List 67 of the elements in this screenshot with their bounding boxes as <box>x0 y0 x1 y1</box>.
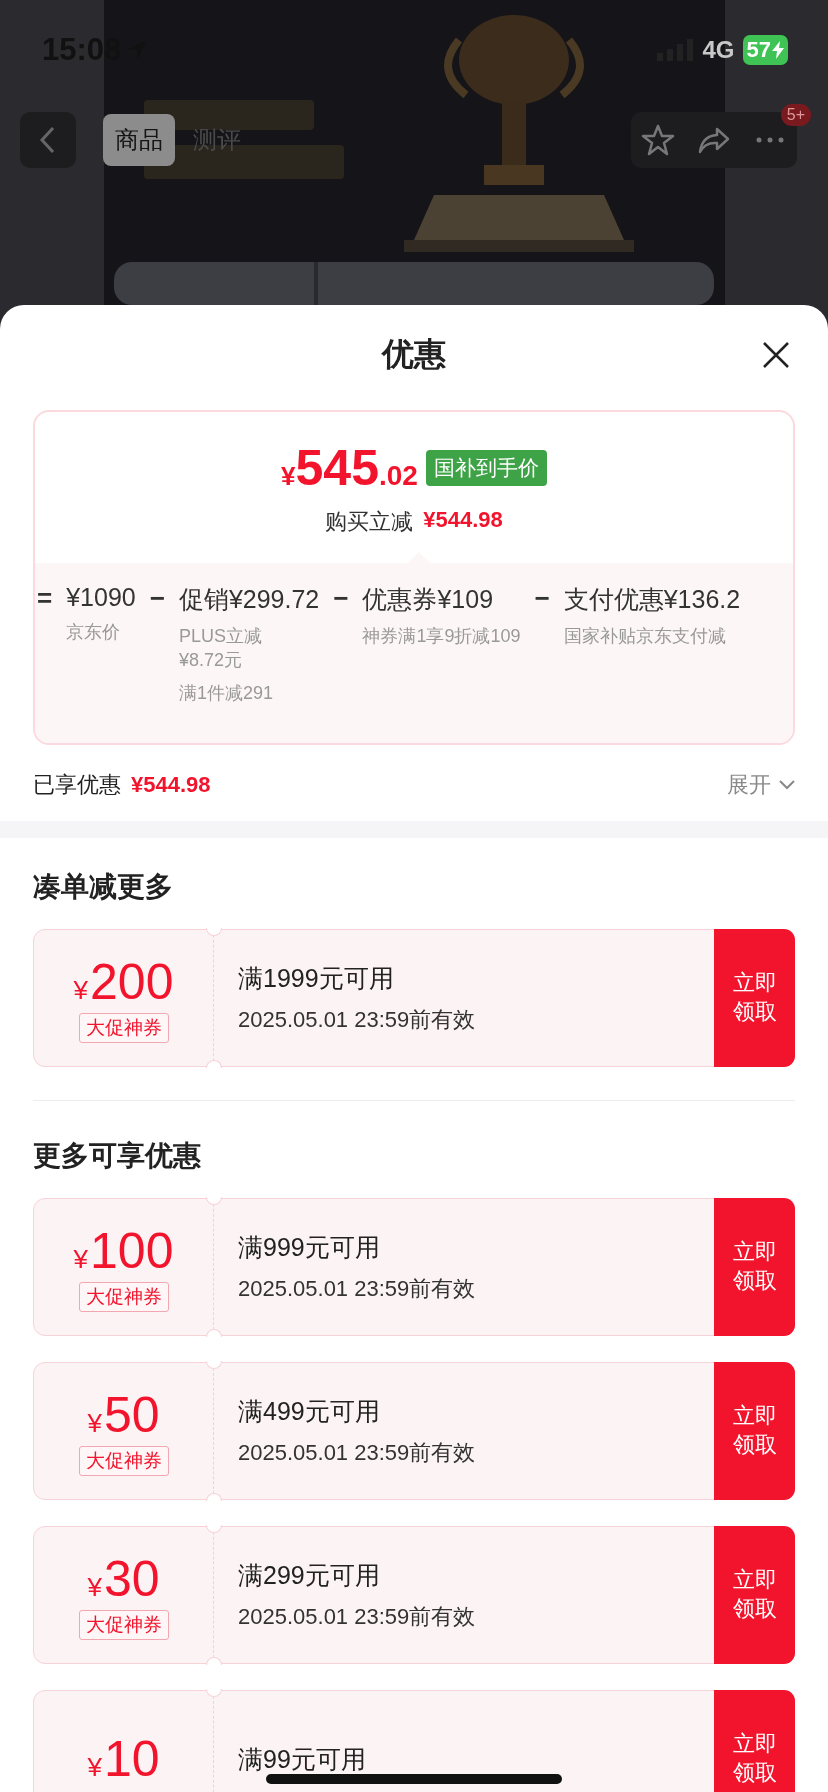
operator-sign: − <box>149 583 165 615</box>
breakdown-note: 神券满1享9折减109 <box>362 625 521 648</box>
discount-amount: ¥544.98 <box>131 772 211 798</box>
star-icon[interactable] <box>641 123 675 157</box>
currency-symbol: ¥ <box>73 1244 88 1275</box>
coupon-amount: 100 <box>90 1222 174 1280</box>
coupon-amount: 10 <box>103 1730 160 1788</box>
currency-symbol: ¥ <box>73 975 88 1006</box>
claim-button[interactable]: 立即领取 <box>714 1198 795 1336</box>
coupon-tag: 大促神券 <box>78 1610 169 1640</box>
currency-symbol: ¥ <box>281 460 296 492</box>
coupon-condition: 满1999元可用 <box>238 962 395 994</box>
nav-tab[interactable]: 商品 <box>103 114 175 166</box>
operator-sign: = <box>37 583 53 615</box>
currency-symbol: ¥ <box>87 1408 102 1439</box>
ticket-notch <box>206 1657 222 1665</box>
notification-badge: 5+ <box>780 104 811 126</box>
coupon-condition: 满999元可用 <box>238 1231 381 1263</box>
chevron-down-icon <box>779 780 795 790</box>
final-price: 545 <box>295 438 379 497</box>
operator-sign: − <box>333 583 349 615</box>
coupon-tag: 大促神券 <box>78 1013 169 1043</box>
coupon-condition: 满99元可用 <box>238 1743 367 1775</box>
section-title: 凑单减更多 <box>32 870 174 904</box>
coupon-amount: 50 <box>103 1386 160 1444</box>
currency-symbol: ¥ <box>87 1572 102 1603</box>
coupon-amount: 30 <box>103 1550 160 1608</box>
ticket-notch <box>206 1525 222 1533</box>
coupon-tag: 大促神券 <box>78 1282 169 1312</box>
discount-label: 已享优惠 <box>33 771 121 799</box>
back-button[interactable] <box>20 112 76 168</box>
battery-indicator: 57 <box>742 35 788 65</box>
coupon-tag: 大促神券 <box>78 1446 169 1476</box>
breakdown-note: 国家补贴京东支付减 <box>563 625 727 648</box>
operator-sign: − <box>534 583 550 615</box>
coupon-validity: 2025.05.01 23:59前有效 <box>238 1602 477 1631</box>
expand-button[interactable]: 展开 <box>727 770 795 800</box>
saving-label: 购买立减 <box>325 507 414 536</box>
breakdown-amount: ¥1090 <box>66 583 136 612</box>
ticket-notch <box>206 1197 222 1205</box>
breakdown-note: 京东价 <box>66 621 122 644</box>
saving-amount: ¥544.98 <box>423 506 503 534</box>
coupon-validity: 2025.05.01 23:59前有效 <box>238 1005 477 1034</box>
claim-button[interactable]: 立即领取 <box>714 929 795 1067</box>
ticket-notch <box>206 1689 222 1697</box>
network-label: 4G <box>702 36 735 64</box>
ticket-notch <box>206 1329 222 1337</box>
ticket-notch <box>206 1060 222 1068</box>
currency-symbol: ¥ <box>87 1752 102 1783</box>
close-icon[interactable] <box>762 341 790 369</box>
coupon-condition: 满299元可用 <box>238 1559 381 1591</box>
breakdown-amount: 优惠券¥109 <box>362 584 495 615</box>
price-decimal: .02 <box>379 459 418 492</box>
section-title: 更多可享优惠 <box>32 1139 202 1173</box>
breakdown-note: 满1件减291 <box>178 681 274 705</box>
breakdown-note: PLUS立减 ¥8.72元 <box>178 625 263 673</box>
breakdown-amount: 促销¥299.72 <box>178 584 320 615</box>
breakdown-amount: 支付优惠¥136.2 <box>563 584 741 615</box>
sheet-title: 优惠 <box>382 335 446 374</box>
claim-button[interactable]: 立即领取 <box>714 1526 795 1664</box>
price-tag: 国补到手价 <box>425 449 547 486</box>
coupon-validity: 2025.05.01 23:59前有效 <box>238 1438 477 1467</box>
claim-button[interactable]: 立即领取 <box>714 1690 795 1792</box>
coupon-validity: 2025.05.01 23:59前有效 <box>238 1274 477 1303</box>
coupon-condition: 满499元可用 <box>238 1395 381 1427</box>
claim-button[interactable]: 立即领取 <box>714 1362 795 1500</box>
coupon-amount: 200 <box>90 953 174 1011</box>
